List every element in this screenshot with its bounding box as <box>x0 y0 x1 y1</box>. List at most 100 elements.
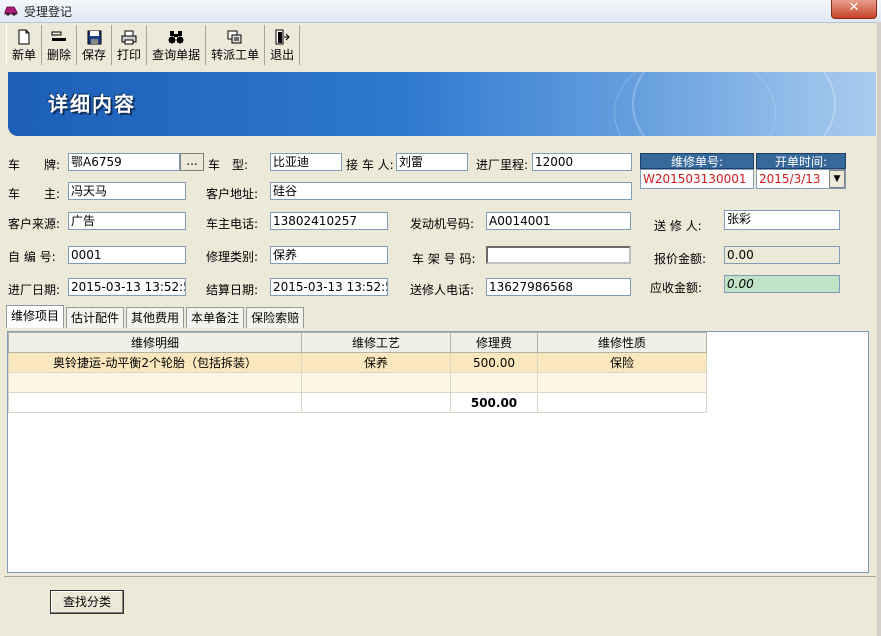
sender-phone-field[interactable]: 13627986568 <box>486 278 631 296</box>
sender-label: 送 修 人: <box>654 219 702 233</box>
cell-fee[interactable] <box>450 372 538 393</box>
window-title: 受理登记 <box>24 5 73 19</box>
car-app-icon <box>4 6 18 16</box>
cell-fee[interactable]: 500.00 <box>450 352 538 373</box>
settle-date-label: 结算日期: <box>206 283 259 297</box>
receivable-label: 应收金额: <box>650 281 703 295</box>
mileage-field[interactable]: 12000 <box>532 153 632 171</box>
new-label: 新单 <box>12 48 37 62</box>
query-button[interactable]: 查询单据 <box>147 25 207 65</box>
receiver-label: 接 车 人: <box>346 158 394 172</box>
open-time-header: 开单时间: <box>756 153 846 169</box>
owner-phone-label: 车主电话: <box>206 217 259 231</box>
col-header-fee[interactable]: 修理费 <box>450 332 538 353</box>
title-bar[interactable]: 受理登记 ✕ <box>0 0 881 23</box>
cell-process[interactable] <box>301 372 451 393</box>
table-row[interactable]: 奥铃捷运-动平衡2个轮胎（包括拆装） 保养 500.00 保险 <box>8 352 707 373</box>
table-row[interactable] <box>8 372 707 393</box>
tab-other-fees[interactable]: 其他费用 <box>126 307 185 328</box>
exit-label: 退出 <box>270 48 295 62</box>
cell-nature[interactable] <box>537 372 707 393</box>
model-field[interactable]: 比亚迪 <box>270 153 342 171</box>
close-button[interactable]: ✕ <box>831 0 877 19</box>
model-label: 车 型: <box>208 158 249 172</box>
tab-repair-items[interactable]: 维修项目 <box>6 305 65 328</box>
repair-type-label: 修理类别: <box>206 250 259 264</box>
frame-field[interactable] <box>486 246 631 264</box>
table-header-row: 维修明细 维修工艺 修理费 维修性质 <box>8 332 707 353</box>
save-label: 保存 <box>82 48 107 62</box>
quote-label: 报价金额: <box>654 252 707 266</box>
in-date-label: 进厂日期: <box>8 283 61 297</box>
source-label: 客户来源: <box>8 217 61 231</box>
delete-icon <box>51 29 67 45</box>
cell-nature <box>537 392 707 413</box>
delete-label: 删除 <box>47 48 72 62</box>
toolbar: 新单 删除 保存 打印 查询单据 转派工单 退出 <box>6 25 301 67</box>
cell-detail[interactable]: 奥铃捷运-动平衡2个轮胎（包括拆装） <box>8 352 302 373</box>
repair-type-field[interactable]: 保养 <box>270 246 388 264</box>
repair-items-table: 维修明细 维修工艺 修理费 维修性质 奥铃捷运-动平衡2个轮胎（包括拆装） 保养… <box>8 332 707 413</box>
quote-field: 0.00 <box>724 246 840 264</box>
plate-label: 车 牌: <box>8 158 61 172</box>
address-field[interactable]: 硅谷 <box>270 182 632 200</box>
open-time-dropdown[interactable]: ▼ <box>829 170 845 188</box>
plate-field[interactable]: 鄂A6759 <box>68 153 180 171</box>
new-button[interactable]: 新单 <box>6 25 43 65</box>
source-field[interactable]: 广告 <box>68 212 186 230</box>
print-icon <box>121 29 137 45</box>
cell-process[interactable]: 保养 <box>301 352 451 373</box>
mileage-label: 进厂里程: <box>476 158 529 172</box>
new-doc-icon <box>16 29 32 45</box>
cell-detail[interactable] <box>8 372 302 393</box>
binoculars-icon <box>168 29 184 45</box>
receiver-field[interactable]: 刘雷 <box>396 153 468 171</box>
owner-label: 车 主: <box>8 187 61 201</box>
tab-insurance-claim[interactable]: 保险索赔 <box>246 307 305 328</box>
save-icon <box>86 29 102 45</box>
tab-parts-estimate[interactable]: 估计配件 <box>66 307 125 328</box>
detail-tabs: 维修项目 估计配件 其他费用 本单备注 保险索赔 <box>6 305 306 328</box>
save-button[interactable]: 保存 <box>77 25 113 65</box>
col-header-process[interactable]: 维修工艺 <box>301 332 451 353</box>
print-button[interactable]: 打印 <box>112 25 148 65</box>
transfer-icon <box>227 29 243 45</box>
delete-button[interactable]: 删除 <box>42 25 78 65</box>
self-no-label: 自 编 号: <box>8 250 56 264</box>
banner-title: 详细内容 <box>48 92 136 116</box>
print-label: 打印 <box>117 48 142 62</box>
main-window: 受理登记 ✕ 新单 删除 保存 打印 查询单据 转派工单 退出 详细内容 车 牌… <box>0 0 881 636</box>
plate-lookup-button[interactable]: ... <box>180 153 204 171</box>
sender-field[interactable]: 张彩 <box>724 210 840 230</box>
col-header-detail[interactable]: 维修明细 <box>8 332 302 353</box>
cell-fee-total: 500.00 <box>450 392 538 413</box>
exit-icon <box>274 29 290 45</box>
order-no-header: 维修单号: <box>640 153 754 169</box>
receivable-field: 0.00 <box>724 275 840 293</box>
transfer-label: 转派工单 <box>211 48 260 62</box>
banner-decoration-inner <box>614 72 776 136</box>
engine-field[interactable]: A0014001 <box>486 212 631 230</box>
settle-date-field[interactable]: 2015-03-13 13:52:55 <box>270 278 388 296</box>
cell-nature[interactable]: 保险 <box>537 352 707 373</box>
table-total-row: 500.00 <box>8 392 707 413</box>
owner-phone-field[interactable]: 13802410257 <box>270 212 388 230</box>
tab-order-notes[interactable]: 本单备注 <box>186 307 245 328</box>
self-no-field[interactable]: 0001 <box>68 246 186 264</box>
window-edge <box>877 22 881 636</box>
col-header-nature[interactable]: 维修性质 <box>537 332 707 353</box>
in-date-field[interactable]: 2015-03-13 13:52:55 <box>68 278 186 296</box>
engine-label: 发动机号码: <box>410 217 475 231</box>
owner-field[interactable]: 冯天马 <box>68 182 186 200</box>
frame-label: 车 架 号 码: <box>412 252 476 266</box>
find-category-button[interactable]: 查找分类 <box>50 590 124 614</box>
sender-phone-label: 送修人电话: <box>410 283 475 297</box>
cell-detail <box>8 392 302 413</box>
cell-process <box>301 392 451 413</box>
repair-items-grid[interactable]: 维修明细 维修工艺 修理费 维修性质 奥铃捷运-动平衡2个轮胎（包括拆装） 保养… <box>7 331 869 573</box>
detail-banner: 详细内容 <box>8 72 876 136</box>
divider <box>4 576 876 577</box>
transfer-button[interactable]: 转派工单 <box>206 25 266 65</box>
exit-button[interactable]: 退出 <box>265 25 301 65</box>
order-no-field[interactable]: W201503130001 <box>640 169 754 189</box>
